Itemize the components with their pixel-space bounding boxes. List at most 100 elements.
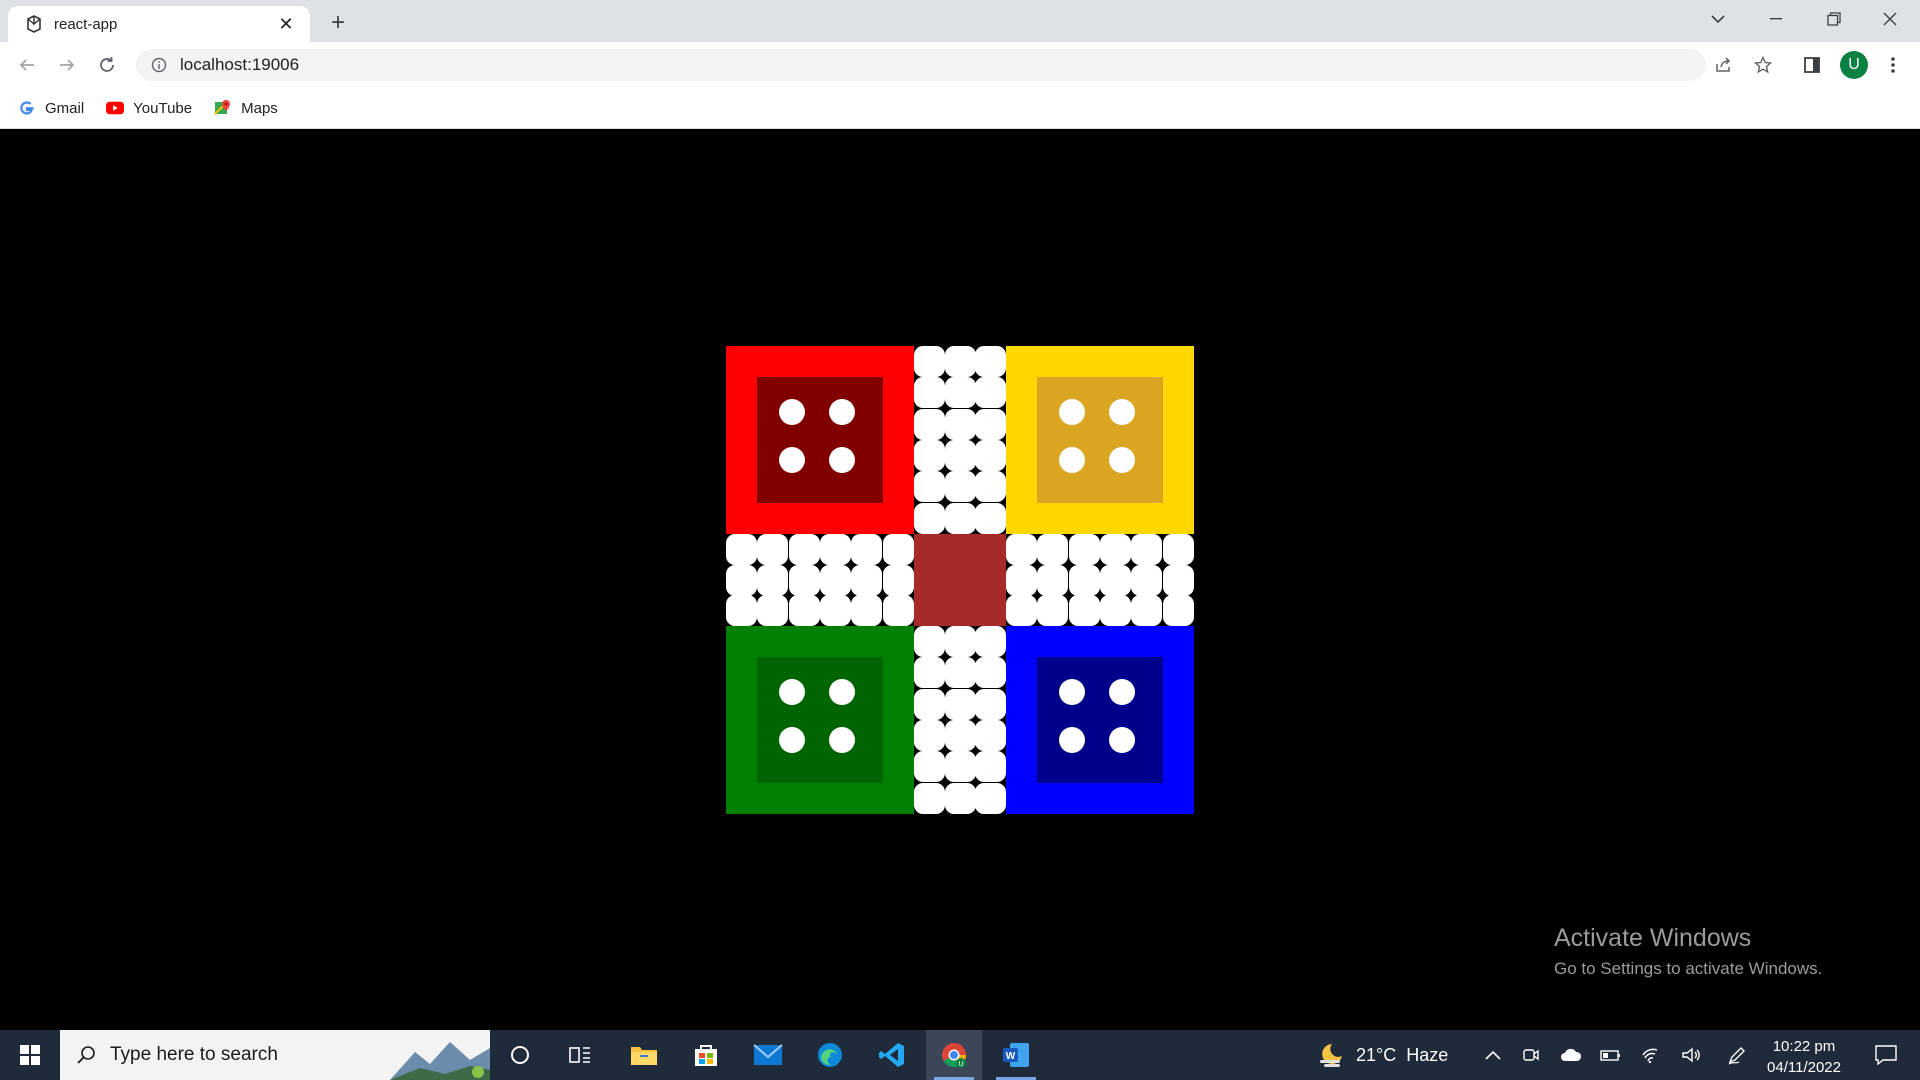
word-icon[interactable]: W: [988, 1030, 1044, 1080]
star-icon: ✦: [938, 493, 951, 510]
bookmark-youtube[interactable]: YouTube: [106, 99, 192, 117]
home-blue-inner: [1037, 657, 1163, 783]
search-highlight-mountain-icon: [390, 1042, 490, 1080]
site-info-icon[interactable]: [150, 56, 168, 74]
url-text: localhost:19006: [180, 55, 300, 74]
star-icon: ✦: [969, 680, 982, 696]
battery-icon[interactable]: [1596, 1030, 1626, 1080]
wifi-icon[interactable]: [1636, 1030, 1666, 1080]
close-tab-icon[interactable]: ✕: [276, 14, 296, 34]
star-icon: ✦: [938, 711, 951, 728]
star-icon: ✦: [969, 431, 982, 448]
star-icon: ✦: [1125, 587, 1137, 604]
onedrive-cloud-icon[interactable]: [1556, 1030, 1586, 1080]
star-icon: ✦: [1125, 556, 1137, 573]
browser-tab[interactable]: react-app ✕: [8, 6, 310, 42]
edge-browser-icon[interactable]: [802, 1030, 858, 1080]
star-icon: ✦: [813, 556, 826, 573]
windows-start-icon[interactable]: [0, 1030, 60, 1080]
token-slot[interactable]: [1109, 399, 1135, 425]
new-tab-icon[interactable]: +: [324, 9, 352, 37]
token-slot[interactable]: [1059, 679, 1085, 705]
bookmark-gmail[interactable]: Gmail: [18, 99, 84, 117]
bookmark-maps[interactable]: Maps: [214, 99, 278, 117]
bookmark-label: Gmail: [45, 99, 85, 117]
token-slot[interactable]: [1109, 679, 1135, 705]
home-green-inner: [757, 657, 883, 783]
tab-search-chevron-icon[interactable]: [1690, 0, 1746, 38]
token-slot[interactable]: [829, 679, 855, 705]
home-yellow[interactable]: [1006, 346, 1194, 534]
profile-avatar[interactable]: U: [1840, 51, 1868, 79]
kebab-menu-icon[interactable]: [1878, 50, 1908, 80]
vscode-icon[interactable]: [864, 1030, 920, 1080]
reload-icon[interactable]: [92, 50, 122, 80]
star-icon: ✦: [938, 431, 951, 448]
star-icon: ✦: [1093, 587, 1106, 604]
token-slot[interactable]: [1059, 727, 1085, 753]
restore-icon[interactable]: [1806, 0, 1862, 38]
home-red[interactable]: [726, 346, 914, 534]
maps-pin-icon: [214, 99, 232, 117]
star-icon: ✦: [969, 368, 982, 385]
mail-icon[interactable]: [740, 1030, 796, 1080]
weather-widget[interactable]: 21°C Haze: [1318, 1030, 1448, 1080]
star-icon: ✦: [969, 742, 982, 759]
token-slot[interactable]: [1059, 447, 1085, 473]
home-blue[interactable]: [1006, 626, 1194, 814]
side-panel-icon[interactable]: [1797, 50, 1827, 80]
tab-strip: react-app ✕ +: [0, 0, 1920, 42]
token-slot[interactable]: [1109, 727, 1135, 753]
cortana-icon[interactable]: [492, 1030, 548, 1080]
system-clock[interactable]: 10:22 pm 04/11/2022: [1762, 1036, 1846, 1078]
star-icon: ✦: [938, 680, 951, 696]
volume-icon[interactable]: [1676, 1030, 1706, 1080]
weather-text: 21°C Haze: [1356, 1044, 1449, 1065]
star-icon: ✦: [969, 493, 982, 510]
tab-title: react-app: [54, 15, 118, 33]
token-slot[interactable]: [1109, 447, 1135, 473]
token-slot[interactable]: [779, 399, 805, 425]
token-slot[interactable]: [1059, 399, 1085, 425]
meet-now-icon[interactable]: [1516, 1030, 1546, 1080]
home-green[interactable]: [726, 626, 914, 814]
star-icon: ✦: [969, 462, 982, 479]
task-view-icon[interactable]: [552, 1030, 608, 1080]
star-icon: ✦: [938, 648, 951, 665]
star-icon: ✦: [876, 587, 889, 604]
file-explorer-icon[interactable]: [616, 1030, 672, 1080]
forward-arrow-icon[interactable]: [52, 50, 82, 80]
token-slot[interactable]: [779, 447, 805, 473]
token-slot[interactable]: [829, 447, 855, 473]
minimize-icon[interactable]: [1748, 0, 1804, 38]
browser-toolbar: localhost:19006 U: [0, 42, 1920, 88]
share-icon[interactable]: [1708, 50, 1738, 80]
notification-center-icon[interactable]: [1862, 1030, 1910, 1080]
home-red-inner: [757, 377, 883, 503]
back-arrow-icon[interactable]: [12, 50, 42, 80]
home-yellow-inner: [1037, 377, 1163, 503]
token-slot[interactable]: [779, 727, 805, 753]
token-slot[interactable]: [829, 727, 855, 753]
close-window-icon[interactable]: [1862, 0, 1918, 38]
star-icon: ✦: [813, 587, 826, 604]
star-icon: ✦: [969, 711, 982, 728]
star-icon: ✦: [751, 556, 764, 573]
bookmark-star-icon[interactable]: [1748, 50, 1778, 80]
pen-ink-icon[interactable]: [1722, 1030, 1752, 1080]
search-icon: [74, 1043, 98, 1067]
show-hidden-icons-chevron-icon[interactable]: [1478, 1030, 1508, 1080]
token-slot[interactable]: [779, 679, 805, 705]
star-icon: ✦: [1031, 556, 1044, 573]
google-g-icon: [18, 99, 36, 117]
address-bar[interactable]: localhost:19006: [136, 49, 1706, 81]
microsoft-store-icon[interactable]: [678, 1030, 734, 1080]
windows-taskbar: Type here to search U W 21°C Haze 10:22 …: [0, 1030, 1920, 1080]
star-icon: ✦: [1062, 587, 1075, 604]
star-icon: ✦: [1062, 556, 1075, 573]
taskbar-search-box[interactable]: Type here to search: [60, 1030, 490, 1080]
bookmark-label: YouTube: [133, 99, 193, 117]
chrome-icon[interactable]: U: [926, 1030, 982, 1080]
clock-date: 04/11/2022: [1767, 1059, 1841, 1076]
token-slot[interactable]: [829, 399, 855, 425]
